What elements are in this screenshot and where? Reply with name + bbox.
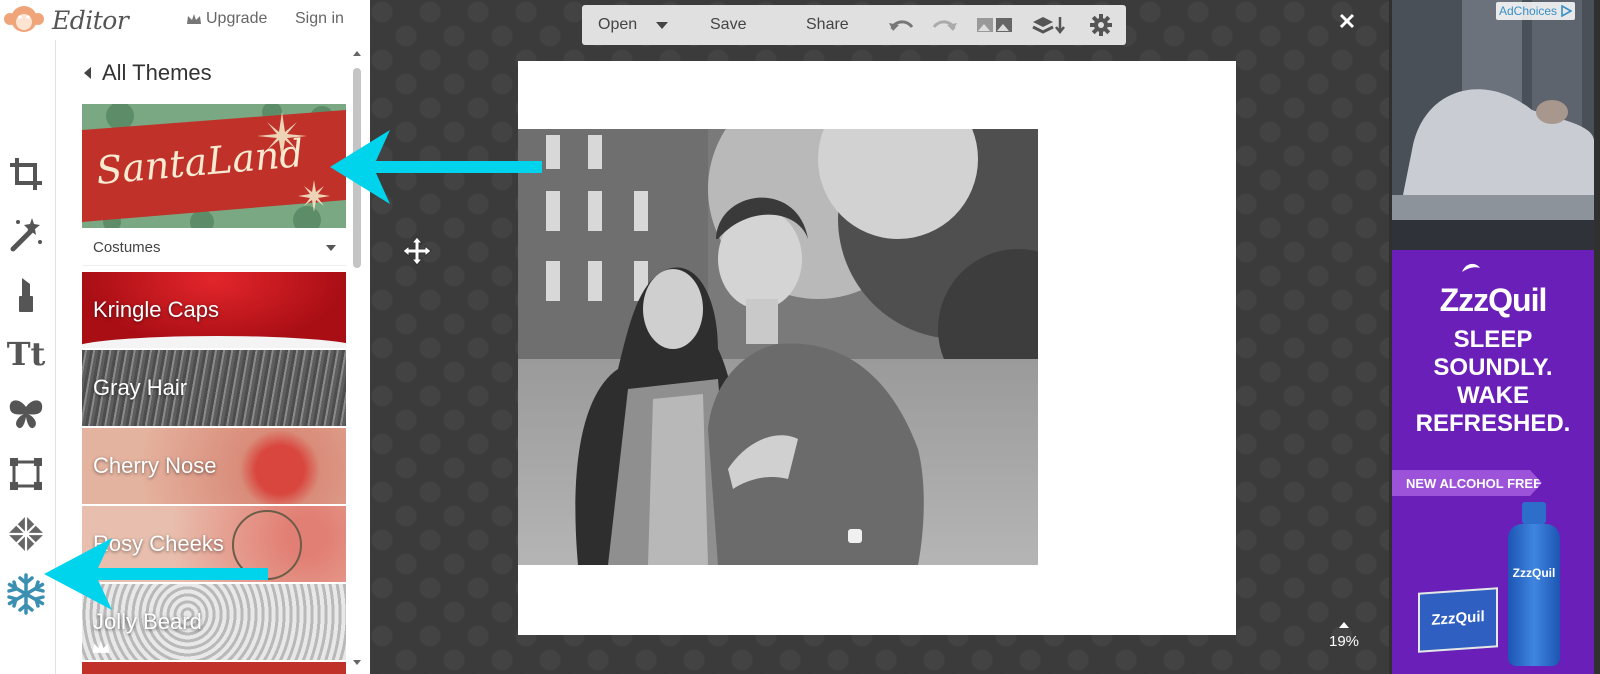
ad-headline-2: SOUNDLY.	[1433, 354, 1553, 381]
effects-tool[interactable]	[4, 212, 48, 256]
ad-headline-1: SLEEP	[1453, 326, 1533, 353]
themes-panel: All Themes SantaLand Costumes Kringle Ca…	[82, 48, 346, 674]
textures-tool[interactable]	[4, 512, 48, 556]
all-themes-label: All Themes	[102, 60, 212, 85]
app-brand: Editor	[52, 6, 129, 35]
scroll-down-icon	[353, 660, 361, 665]
ad-headline-4: REFRESHED.	[1415, 410, 1571, 437]
undo-icon	[889, 20, 914, 31]
theme-rosy-cheeks[interactable]: Rosy Cheeks	[82, 506, 346, 582]
chevron-down-icon	[326, 244, 336, 251]
santaland-theme-banner[interactable]: SantaLand	[82, 104, 346, 228]
tool-rail: Tt	[0, 40, 56, 674]
close-icon	[1339, 13, 1355, 29]
close-editor-button[interactable]	[1332, 6, 1362, 36]
save-button[interactable]: Save	[710, 5, 746, 45]
text-tool[interactable]: Tt	[4, 332, 48, 376]
sleeping-person-bed-icon	[1392, 0, 1594, 250]
ad-badge: NEW ALCOHOL FREE	[1392, 470, 1542, 496]
edit-canvas[interactable]	[518, 61, 1236, 635]
crown-icon	[187, 14, 201, 24]
theme-label: Kringle Caps	[93, 297, 219, 322]
upgrade-label: Upgrade	[206, 10, 268, 27]
scroll-thumb[interactable]	[353, 68, 361, 268]
redo-button[interactable]	[932, 5, 958, 45]
gear-icon	[1090, 14, 1112, 36]
lipstick-icon	[19, 278, 33, 312]
magic-wand-icon	[10, 218, 42, 252]
theme-kringle-caps[interactable]: Kringle Caps	[82, 272, 346, 348]
snowflake-icon	[7, 573, 45, 615]
theme-label: Jolly Beard	[93, 609, 202, 634]
overlays-tool[interactable]	[4, 392, 48, 436]
top-bar: Editor Upgrade Sign in	[0, 0, 370, 40]
ad-image-bed[interactable]: AdChoices	[1392, 0, 1594, 250]
undo-button[interactable]	[888, 5, 914, 45]
crop-icon	[10, 158, 42, 190]
category-label: Costumes	[93, 239, 161, 256]
moon-icon	[1462, 263, 1480, 272]
zoom-control[interactable]: 19%	[1322, 616, 1366, 650]
workspace: Open Save Share 19%	[370, 0, 1389, 674]
signin-link[interactable]: Sign in	[295, 10, 344, 28]
frame-icon	[10, 458, 42, 490]
monkey-logo-icon[interactable]	[2, 4, 46, 34]
adchoices-icon	[1561, 5, 1573, 17]
upgrade-link[interactable]: Upgrade	[186, 10, 267, 28]
butterfly-icon	[9, 400, 43, 429]
theme-label: Rosy Cheeks	[93, 531, 224, 556]
touch-up-tool[interactable]	[4, 272, 48, 316]
ad-product-bottle: ZzzQuil	[1504, 502, 1564, 666]
ad-headline-3: WAKE	[1457, 382, 1529, 409]
theme-label: Cherry Nose	[93, 453, 217, 478]
move-cursor-icon	[402, 236, 432, 266]
crown-icon	[92, 641, 110, 653]
open-button[interactable]: Open	[598, 5, 637, 45]
left-panel: Editor Upgrade Sign in Tt All Themes San…	[0, 0, 370, 674]
crop-tool[interactable]	[4, 152, 48, 196]
chevron-left-icon	[84, 67, 91, 79]
compare-button[interactable]	[976, 5, 1014, 45]
layers-icon	[1032, 17, 1065, 35]
couple-photo[interactable]	[518, 129, 1038, 565]
couple-photo-image-icon	[518, 129, 1038, 565]
ad-bottle-label: ZzzQuil	[1512, 566, 1556, 580]
themes-scrollbar[interactable]	[350, 48, 364, 668]
ad-column: AdChoices ZzzQuil SLEEP SOUNDLY. WAKE RE…	[1389, 0, 1600, 674]
redo-icon	[932, 20, 957, 31]
theme-jolly-beard[interactable]: Jolly Beard	[82, 584, 346, 660]
layers-button[interactable]	[1032, 5, 1066, 45]
settings-button[interactable]	[1090, 5, 1112, 45]
theme-next-partial[interactable]	[82, 662, 346, 674]
open-dropdown[interactable]	[656, 5, 668, 45]
editor-toolbar: Open Save Share	[582, 5, 1126, 45]
share-button[interactable]: Share	[806, 5, 849, 45]
ad-box-label: ZzzQuil	[1431, 608, 1485, 629]
theme-gray-hair[interactable]: Gray Hair	[82, 350, 346, 426]
scroll-up-icon	[353, 51, 361, 56]
theme-label: Gray Hair	[93, 375, 188, 400]
frames-tool[interactable]	[4, 452, 48, 496]
category-dropdown[interactable]: Costumes	[82, 230, 346, 266]
zoom-level: 19%	[1328, 633, 1360, 650]
compare-images-icon	[977, 18, 1012, 32]
zoom-up-icon	[1339, 622, 1349, 628]
text-icon: Tt	[6, 335, 46, 373]
texture-icon	[8, 516, 44, 552]
adchoices-badge[interactable]: AdChoices	[1496, 2, 1576, 20]
all-themes-back[interactable]: All Themes	[82, 58, 212, 88]
theme-cherry-nose[interactable]: Cherry Nose	[82, 428, 346, 504]
chevron-down-icon	[656, 21, 668, 29]
ad-product-box: ZzzQuil	[1418, 587, 1498, 653]
ad-zzzquil[interactable]: ZzzQuil SLEEP SOUNDLY. WAKE REFRESHED. N…	[1392, 250, 1594, 674]
ad-brand: ZzzQuil	[1439, 282, 1548, 318]
adchoices-label: AdChoices	[1499, 4, 1558, 18]
seasonal-tool[interactable]	[4, 572, 48, 616]
